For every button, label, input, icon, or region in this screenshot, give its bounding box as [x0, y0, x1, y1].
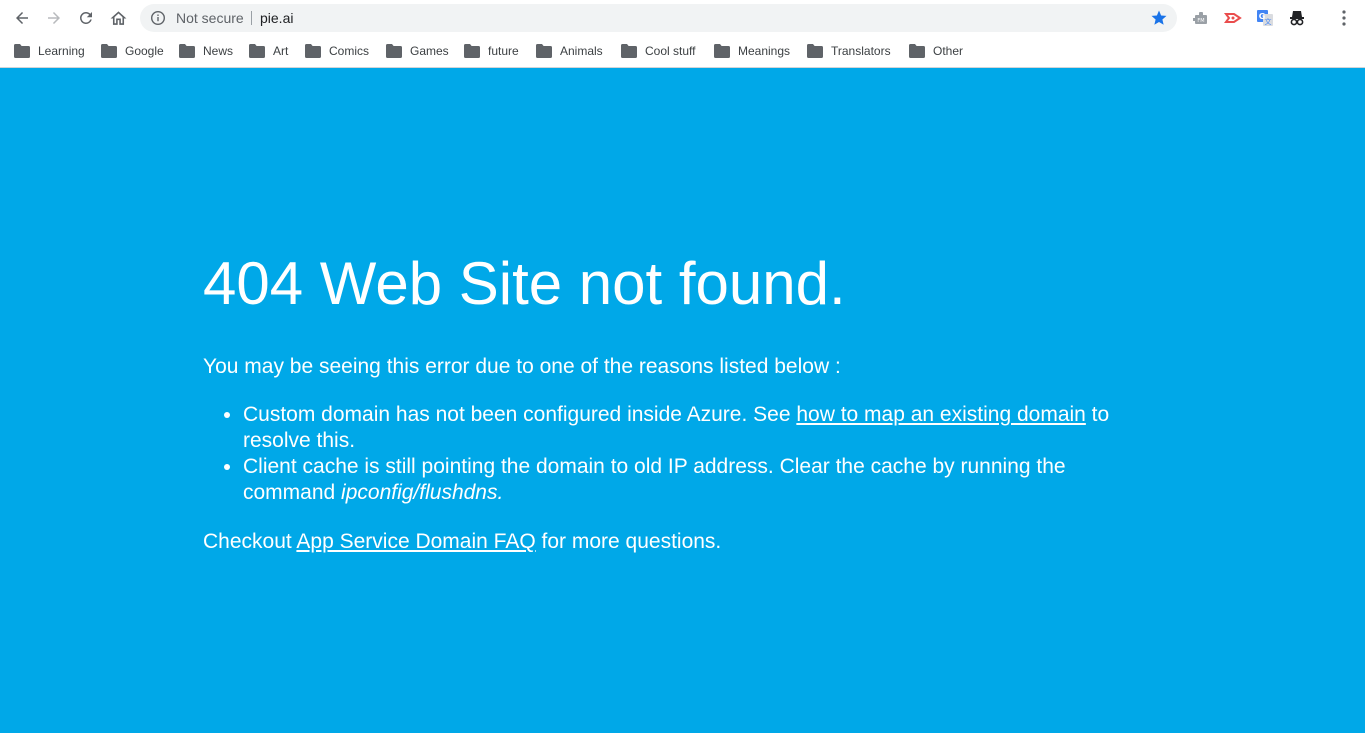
bookmark-label: Translators: [831, 44, 891, 58]
bookmark-folder-animals[interactable]: Animals: [536, 41, 603, 61]
url-text[interactable]: pie.ai: [260, 4, 293, 32]
list-item: Custom domain has not been configured in…: [243, 402, 1163, 454]
faq-link[interactable]: App Service Domain FAQ: [296, 530, 535, 553]
page-content: 404 Web Site not found. You may be seein…: [0, 68, 1365, 733]
map-domain-link[interactable]: how to map an existing domain: [796, 403, 1086, 426]
folder-icon: [714, 44, 730, 58]
translate-extension-icon[interactable]: G文: [1254, 7, 1276, 29]
folder-icon: [386, 44, 402, 58]
bookmark-folder-translators[interactable]: Translators: [807, 41, 891, 61]
folder-icon: [14, 44, 30, 58]
footer-text: Checkout App Service Domain FAQ for more…: [203, 529, 721, 555]
bookmark-label: Animals: [560, 44, 603, 58]
address-bar[interactable]: Not secure pie.ai: [140, 4, 1177, 32]
bookmark-label: future: [488, 44, 519, 58]
folder-icon: [807, 44, 823, 58]
page-title: 404 Web Site not found.: [203, 250, 846, 317]
bookmark-label: Google: [125, 44, 164, 58]
bookmark-label: Art: [273, 44, 289, 58]
bookmark-label: Other: [933, 44, 964, 58]
svg-text:文: 文: [1265, 17, 1272, 26]
bookmark-star-icon[interactable]: [1150, 9, 1168, 27]
svg-text:FM: FM: [1197, 18, 1204, 24]
intro-text: You may be seeing this error due to one …: [203, 355, 841, 378]
forward-icon[interactable]: [42, 6, 66, 30]
omnibox-separator: [251, 11, 252, 25]
more-menu-icon[interactable]: [1334, 6, 1354, 30]
reload-icon[interactable]: [74, 6, 98, 30]
folder-icon: [909, 44, 925, 58]
bookmark-label: Cool stuff: [645, 44, 696, 58]
bookmark-folder-cool-stuff[interactable]: Cool stuff: [621, 41, 695, 61]
bookmark-folder-future[interactable]: future: [464, 41, 519, 61]
folder-icon: [464, 44, 480, 58]
browser-toolbar: Not secure pie.ai FM G文: [0, 0, 1365, 36]
folder-icon: [305, 44, 321, 58]
bookmark-folder-news[interactable]: News: [179, 41, 233, 61]
bookmark-folder-other[interactable]: Other: [909, 41, 963, 61]
reason-text: Custom domain has not been configured in…: [243, 403, 797, 426]
bookmark-label: Meanings: [738, 44, 791, 58]
folder-icon: [101, 44, 117, 58]
bookmark-label: Games: [410, 44, 449, 58]
back-icon[interactable]: [10, 6, 34, 30]
bookmark-label: Comics: [329, 44, 370, 58]
folder-icon: [179, 44, 195, 58]
bookmark-folder-meanings[interactable]: Meanings: [714, 41, 790, 61]
footer-prefix: Checkout: [203, 530, 297, 553]
home-icon[interactable]: [106, 6, 130, 30]
red-arrow-extension-icon[interactable]: [1222, 7, 1244, 29]
folder-icon: [621, 44, 637, 58]
bookmark-folder-art[interactable]: Art: [249, 41, 288, 61]
bookmark-label: News: [203, 44, 234, 58]
bookmark-folder-games[interactable]: Games: [386, 41, 449, 61]
bookmark-label: Learning: [38, 44, 85, 58]
security-label: Not secure: [176, 10, 244, 26]
info-icon[interactable]: [150, 10, 166, 26]
bookmarks-bar: Learning Google News Art Comics Games fu…: [0, 36, 1365, 67]
bookmark-folder-comics[interactable]: Comics: [305, 41, 369, 61]
command-text: ipconfig/flushdns.: [341, 481, 504, 504]
bookmark-folder-learning[interactable]: Learning: [14, 41, 85, 61]
folder-icon: [249, 44, 265, 58]
footer-suffix: for more questions.: [535, 530, 722, 553]
bookmark-folder-google[interactable]: Google: [101, 41, 164, 61]
puzzle-extension-icon[interactable]: FM: [1190, 7, 1212, 29]
folder-icon: [536, 44, 552, 58]
incognito-extension-icon[interactable]: [1286, 7, 1308, 29]
list-item: Client cache is still pointing the domai…: [243, 454, 1163, 506]
reasons-list: Custom domain has not been configured in…: [243, 402, 1163, 506]
